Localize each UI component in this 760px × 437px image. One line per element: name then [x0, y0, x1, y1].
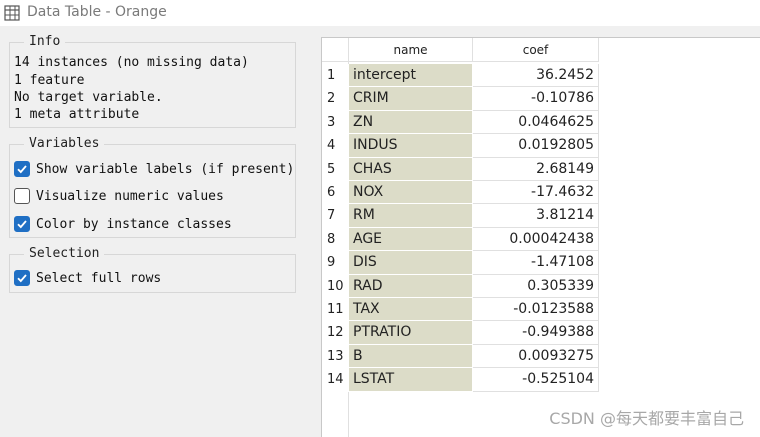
table-cell-name[interactable]: DIS [349, 251, 473, 275]
row-header[interactable]: 14 [322, 368, 349, 392]
table-cell-coef[interactable]: 0.00042438 [473, 227, 599, 252]
table-cell-coef[interactable]: -1.47108 [473, 251, 599, 275]
table-cell-name[interactable]: intercept [349, 64, 473, 88]
window-title: Data Table - Orange [27, 4, 167, 20]
color-by-class-checkbox[interactable] [14, 216, 30, 232]
row-header[interactable]: 4 [322, 134, 349, 158]
color-by-class-option[interactable]: Color by instance classes [14, 215, 232, 233]
select-full-rows-label: Select full rows [36, 270, 162, 286]
info-features: 1 feature [14, 73, 85, 88]
table-cell-coef[interactable]: 36.2452 [473, 64, 599, 88]
info-box-title: Info [24, 34, 66, 49]
table-cell-coef[interactable]: 0.0192805 [473, 134, 599, 158]
select-full-rows-option[interactable]: Select full rows [14, 269, 161, 287]
info-box: Info 14 instances (no missing data) 1 fe… [9, 34, 296, 128]
table-cell-name[interactable]: RM [349, 204, 473, 228]
table-cell-coef[interactable]: -0.525104 [473, 368, 599, 392]
table-cell-coef[interactable]: -0.10786 [473, 87, 599, 111]
row-header[interactable]: 3 [322, 110, 349, 135]
row-header[interactable]: 2 [322, 87, 349, 111]
row-header[interactable]: 13 [322, 344, 349, 369]
table-cell-coef[interactable]: 3.81214 [473, 204, 599, 228]
checkmark-icon [17, 274, 27, 283]
show-variable-labels-option[interactable]: Show variable labels (if present) [14, 160, 294, 178]
checkmark-icon [17, 165, 27, 174]
selection-box: Selection Select full rows [9, 246, 296, 293]
row-header[interactable]: 12 [322, 321, 349, 345]
checkmark-icon [17, 220, 27, 229]
control-panel: Info 14 instances (no missing data) 1 fe… [0, 26, 316, 437]
row-header[interactable]: 5 [322, 157, 349, 181]
table-cell-name[interactable]: NOX [349, 181, 473, 205]
variables-box: Variables Show variable labels (if prese… [9, 136, 296, 238]
table-corner-button[interactable] [322, 38, 349, 62]
data-table[interactable]: name coef 1 intercept 36.2452 2 CRIM -0.10786… [321, 37, 760, 437]
watermark: CSDN @每天都要丰富自己 [549, 409, 744, 428]
table-cell-name[interactable]: PTRATIO [349, 321, 473, 345]
info-instances: 14 instances (no missing data) [14, 55, 249, 70]
row-header[interactable]: 9 [322, 251, 349, 275]
visualize-numeric-option[interactable]: Visualize numeric values [14, 187, 224, 205]
table-cell-name[interactable]: RAD [349, 274, 473, 298]
table-cell-coef[interactable]: 0.0464625 [473, 110, 599, 135]
visualize-numeric-checkbox[interactable] [14, 188, 30, 204]
info-target: No target variable. [14, 90, 163, 105]
table-cell-coef[interactable]: -0.949388 [473, 321, 599, 345]
table-cell-name[interactable]: LSTAT [349, 368, 473, 392]
show-variable-labels-checkbox[interactable] [14, 161, 30, 177]
table-grid-icon [4, 5, 20, 21]
row-header[interactable]: 1 [322, 64, 349, 88]
table-cell-coef[interactable]: 0.305339 [473, 274, 599, 298]
data-table-window: Data Table - Orange Info 14 instances (n… [0, 0, 760, 437]
column-header-name[interactable]: name [349, 38, 473, 62]
row-header[interactable]: 11 [322, 298, 349, 322]
table-cell-name[interactable]: B [349, 344, 473, 369]
title-bar: Data Table - Orange [0, 0, 760, 26]
visualize-numeric-label: Visualize numeric values [36, 188, 224, 204]
select-full-rows-checkbox[interactable] [14, 270, 30, 286]
row-header[interactable]: 10 [322, 274, 349, 298]
table-cell-coef[interactable]: -17.4632 [473, 181, 599, 205]
selection-box-title: Selection [24, 246, 105, 261]
table-cell-name[interactable]: TAX [349, 298, 473, 322]
row-header[interactable]: 8 [322, 227, 349, 252]
table-cell-coef[interactable]: 0.0093275 [473, 344, 599, 369]
table-cell-name[interactable]: AGE [349, 227, 473, 252]
row-header[interactable]: 6 [322, 181, 349, 205]
column-header-coef[interactable]: coef [473, 38, 599, 62]
table-cell-coef[interactable]: 2.68149 [473, 157, 599, 181]
table-cell-coef[interactable]: -0.0123588 [473, 298, 599, 322]
color-by-class-label: Color by instance classes [36, 216, 232, 232]
info-meta: 1 meta attribute [14, 107, 140, 122]
table-cell-name[interactable]: CHAS [349, 157, 473, 181]
table-cell-name[interactable]: ZN [349, 110, 473, 135]
table-cell-name[interactable]: INDUS [349, 134, 473, 158]
variables-box-title: Variables [24, 136, 105, 151]
table-cell-name[interactable]: CRIM [349, 87, 473, 111]
row-header[interactable]: 7 [322, 204, 349, 228]
show-variable-labels-label: Show variable labels (if present) [36, 161, 295, 177]
